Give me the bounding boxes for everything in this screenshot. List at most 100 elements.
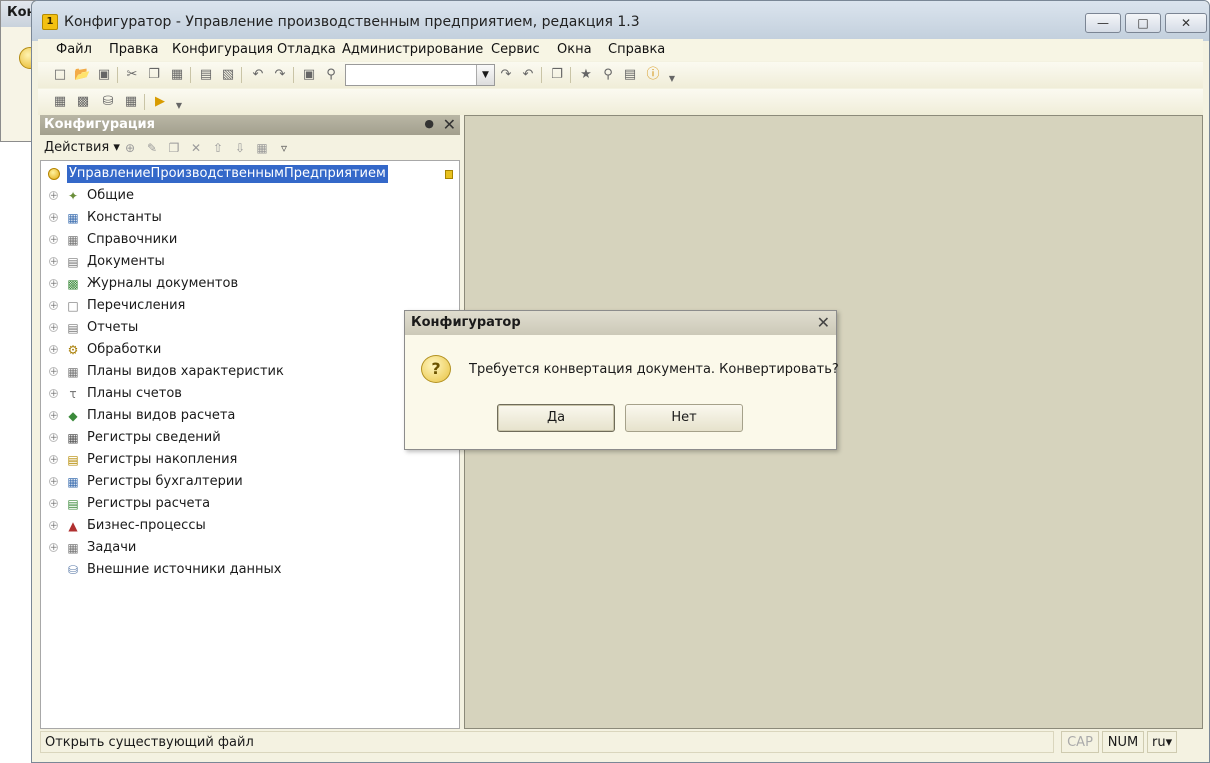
search-help-icon[interactable]: ⚲ bbox=[600, 67, 616, 83]
search-icon[interactable]: ⚲ bbox=[323, 67, 339, 83]
pin-icon[interactable]: ● bbox=[424, 117, 434, 130]
copy-icon[interactable]: ❐ bbox=[146, 67, 162, 83]
tree-item[interactable]: + ⚙ Обработки bbox=[41, 339, 459, 361]
expand-icon[interactable]: + bbox=[49, 521, 58, 531]
minimize-button[interactable]: — bbox=[1085, 13, 1121, 33]
move-down-icon[interactable]: ⇩ bbox=[232, 140, 248, 156]
toolbar-separator bbox=[241, 67, 242, 83]
menu-administration[interactable]: Администрирование bbox=[342, 42, 483, 57]
actions-menu[interactable]: Действия ▾ bbox=[44, 140, 120, 155]
tree-item-label: Перечисления bbox=[87, 298, 186, 313]
app-logo-icon: 1 bbox=[42, 14, 58, 30]
tree-item[interactable]: + ▤ Отчеты bbox=[41, 317, 459, 339]
windows-icon[interactable]: ❐ bbox=[549, 67, 565, 83]
expand-icon[interactable]: + bbox=[49, 235, 58, 245]
tree-item[interactable]: + ▤ Регистры накопления bbox=[41, 449, 459, 471]
menu-file[interactable]: Файл bbox=[56, 42, 92, 57]
expand-icon[interactable]: + bbox=[49, 323, 58, 333]
save-icon[interactable]: ▣ bbox=[96, 67, 112, 83]
copy-icon[interactable]: ❐ bbox=[166, 140, 182, 156]
language-selector[interactable]: ru▾ bbox=[1147, 731, 1177, 753]
expand-icon[interactable]: + bbox=[49, 279, 58, 289]
expand-icon[interactable]: + bbox=[49, 345, 58, 355]
language-label: ru bbox=[1152, 735, 1166, 750]
menu-edit[interactable]: Правка bbox=[109, 42, 158, 57]
print-icon[interactable]: ▤ bbox=[198, 67, 214, 83]
expand-icon[interactable]: + bbox=[49, 455, 58, 465]
maximize-button[interactable]: □ bbox=[1125, 13, 1161, 33]
expand-icon[interactable]: + bbox=[49, 367, 58, 377]
tree-item[interactable]: + ✦ Общие bbox=[41, 185, 459, 207]
expand-icon[interactable]: + bbox=[49, 301, 58, 311]
expand-icon[interactable]: + bbox=[49, 257, 58, 267]
move-up-icon[interactable]: ⇧ bbox=[210, 140, 226, 156]
title-bar[interactable]: 1 Конфигуратор - Управление производстве… bbox=[32, 1, 1209, 41]
menu-windows[interactable]: Окна bbox=[557, 42, 592, 57]
tree-item[interactable]: + ▦ Планы видов характеристик bbox=[41, 361, 459, 383]
chevron-down-icon[interactable]: ▼ bbox=[664, 71, 680, 87]
menu-help[interactable]: Справка bbox=[608, 42, 665, 57]
paste-icon[interactable]: ▦ bbox=[169, 67, 185, 83]
tree-item[interactable]: + ▦ Справочники bbox=[41, 229, 459, 251]
find-previous-icon[interactable]: ↶ bbox=[520, 67, 536, 83]
info-icon[interactable]: ⓘ bbox=[645, 67, 661, 83]
expand-icon[interactable]: + bbox=[49, 191, 58, 201]
expand-icon[interactable]: + bbox=[49, 477, 58, 487]
expand-icon[interactable]: + bbox=[49, 213, 58, 223]
close-icon[interactable]: ✕ bbox=[443, 115, 456, 134]
tree-item[interactable]: + τ Планы счетов bbox=[41, 383, 459, 405]
filter-icon[interactable]: ▿ bbox=[276, 140, 292, 156]
expand-icon[interactable]: + bbox=[49, 543, 58, 553]
database-icon[interactable]: ⛁ bbox=[100, 94, 116, 110]
table-icon[interactable]: ▦ bbox=[123, 94, 139, 110]
tree-item[interactable]: + ▦ Задачи bbox=[41, 537, 459, 559]
help-contents-icon[interactable]: ▤ bbox=[622, 67, 638, 83]
redo-icon[interactable]: ↷ bbox=[272, 67, 288, 83]
calculation-types-icon: ◆ bbox=[68, 409, 78, 423]
search-combo[interactable]: ▼ bbox=[345, 64, 495, 86]
tree-item[interactable]: + ▤ Регистры расчета bbox=[41, 493, 459, 515]
add-icon[interactable]: ⊕ bbox=[122, 140, 138, 156]
open-file-icon[interactable]: 📂 bbox=[74, 67, 90, 83]
chevron-down-icon[interactable]: ▼ bbox=[476, 65, 494, 85]
compare-icon[interactable]: ▩ bbox=[75, 94, 91, 110]
tree-root[interactable]: УправлениеПроизводственнымПредприятием bbox=[41, 163, 459, 185]
cut-icon[interactable]: ✂ bbox=[124, 67, 140, 83]
print-preview-icon[interactable]: ▧ bbox=[220, 67, 236, 83]
tree-item[interactable]: + ◆ Планы видов расчета bbox=[41, 405, 459, 427]
tree-item[interactable]: + ▩ Журналы документов bbox=[41, 273, 459, 295]
tree-item[interactable]: ⛁ Внешние источники данных bbox=[41, 559, 459, 581]
close-icon[interactable]: ✕ bbox=[817, 313, 830, 332]
no-button[interactable]: Нет bbox=[625, 404, 743, 432]
tree-item[interactable]: + ▦ Регистры сведений bbox=[41, 427, 459, 449]
config-tree-icon[interactable]: ▦ bbox=[52, 94, 68, 110]
expand-icon[interactable]: + bbox=[49, 411, 58, 421]
expand-icon[interactable]: + bbox=[49, 433, 58, 443]
menu-debug[interactable]: Отладка bbox=[277, 42, 336, 57]
menu-configuration[interactable]: Конфигурация bbox=[172, 42, 273, 57]
undo-icon[interactable]: ↶ bbox=[250, 67, 266, 83]
window-title: Конфигуратор - Управление производственн… bbox=[64, 14, 640, 30]
tree-item[interactable]: + ▤ Документы bbox=[41, 251, 459, 273]
menu-service[interactable]: Сервис bbox=[491, 42, 540, 57]
edit-icon[interactable]: ✎ bbox=[144, 140, 160, 156]
close-window-button[interactable]: ✕ bbox=[1165, 13, 1207, 33]
tree-item[interactable]: + □ Перечисления bbox=[41, 295, 459, 317]
expand-icon[interactable]: + bbox=[49, 389, 58, 399]
tree-item[interactable]: + ▲ Бизнес-процессы bbox=[41, 515, 459, 537]
find-in-files-icon[interactable]: ▣ bbox=[301, 67, 317, 83]
configuration-tree[interactable]: УправлениеПроизводственнымПредприятием +… bbox=[40, 160, 460, 729]
run-debug-icon[interactable]: ▶ bbox=[152, 94, 168, 110]
accounting-registers-icon: ▦ bbox=[67, 475, 79, 489]
yes-button[interactable]: Да bbox=[497, 404, 615, 432]
expand-icon[interactable]: + bbox=[49, 499, 58, 509]
delete-icon[interactable]: ✕ bbox=[188, 140, 204, 156]
sort-icon[interactable]: ▦ bbox=[254, 140, 270, 156]
chevron-down-icon[interactable]: ▼ bbox=[171, 98, 187, 114]
tree-item[interactable]: + ▦ Константы bbox=[41, 207, 459, 229]
tree-item-label: Отчеты bbox=[87, 320, 139, 335]
new-file-icon[interactable]: □ bbox=[52, 67, 68, 83]
syntax-helper-icon[interactable]: ★ bbox=[578, 67, 594, 83]
tree-item[interactable]: + ▦ Регистры бухгалтерии bbox=[41, 471, 459, 493]
find-next-icon[interactable]: ↷ bbox=[498, 67, 514, 83]
